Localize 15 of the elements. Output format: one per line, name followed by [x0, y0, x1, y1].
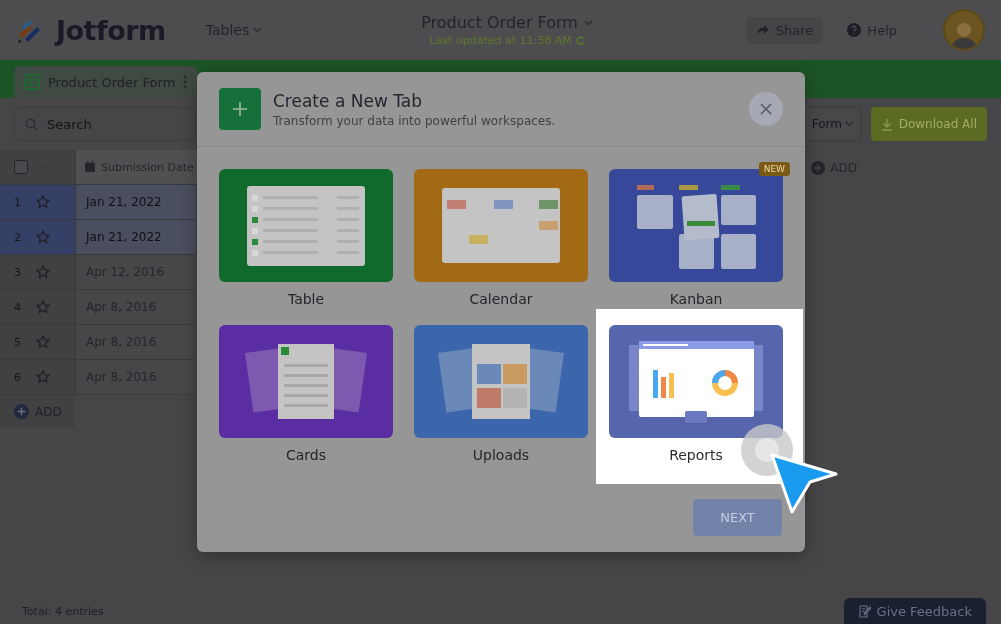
new-badge: NEW — [758, 162, 790, 176]
tab-type-label: Calendar — [469, 292, 533, 308]
tab-type-label: Reports — [669, 448, 723, 464]
table-cell: Jan 21, 2022 — [75, 220, 195, 255]
table-cell: Jan 21, 2022 — [75, 185, 195, 220]
tab-type-label: Kanban — [669, 292, 723, 308]
tab-type-label: Cards — [285, 448, 326, 464]
tab-type-label: Table — [287, 292, 325, 308]
dialog-subtitle: Transform your data into powerful workspaces. — [273, 113, 557, 128]
dialog-title: Create a New Tab — [273, 90, 423, 111]
tab-type-label: Uploads — [472, 448, 530, 464]
row-number: 2 — [14, 230, 22, 244]
download-all-button[interactable]: Download All — [870, 107, 987, 141]
row-number: 1 — [14, 195, 22, 209]
give-feedback-button[interactable]: Give Feedback — [843, 598, 986, 624]
